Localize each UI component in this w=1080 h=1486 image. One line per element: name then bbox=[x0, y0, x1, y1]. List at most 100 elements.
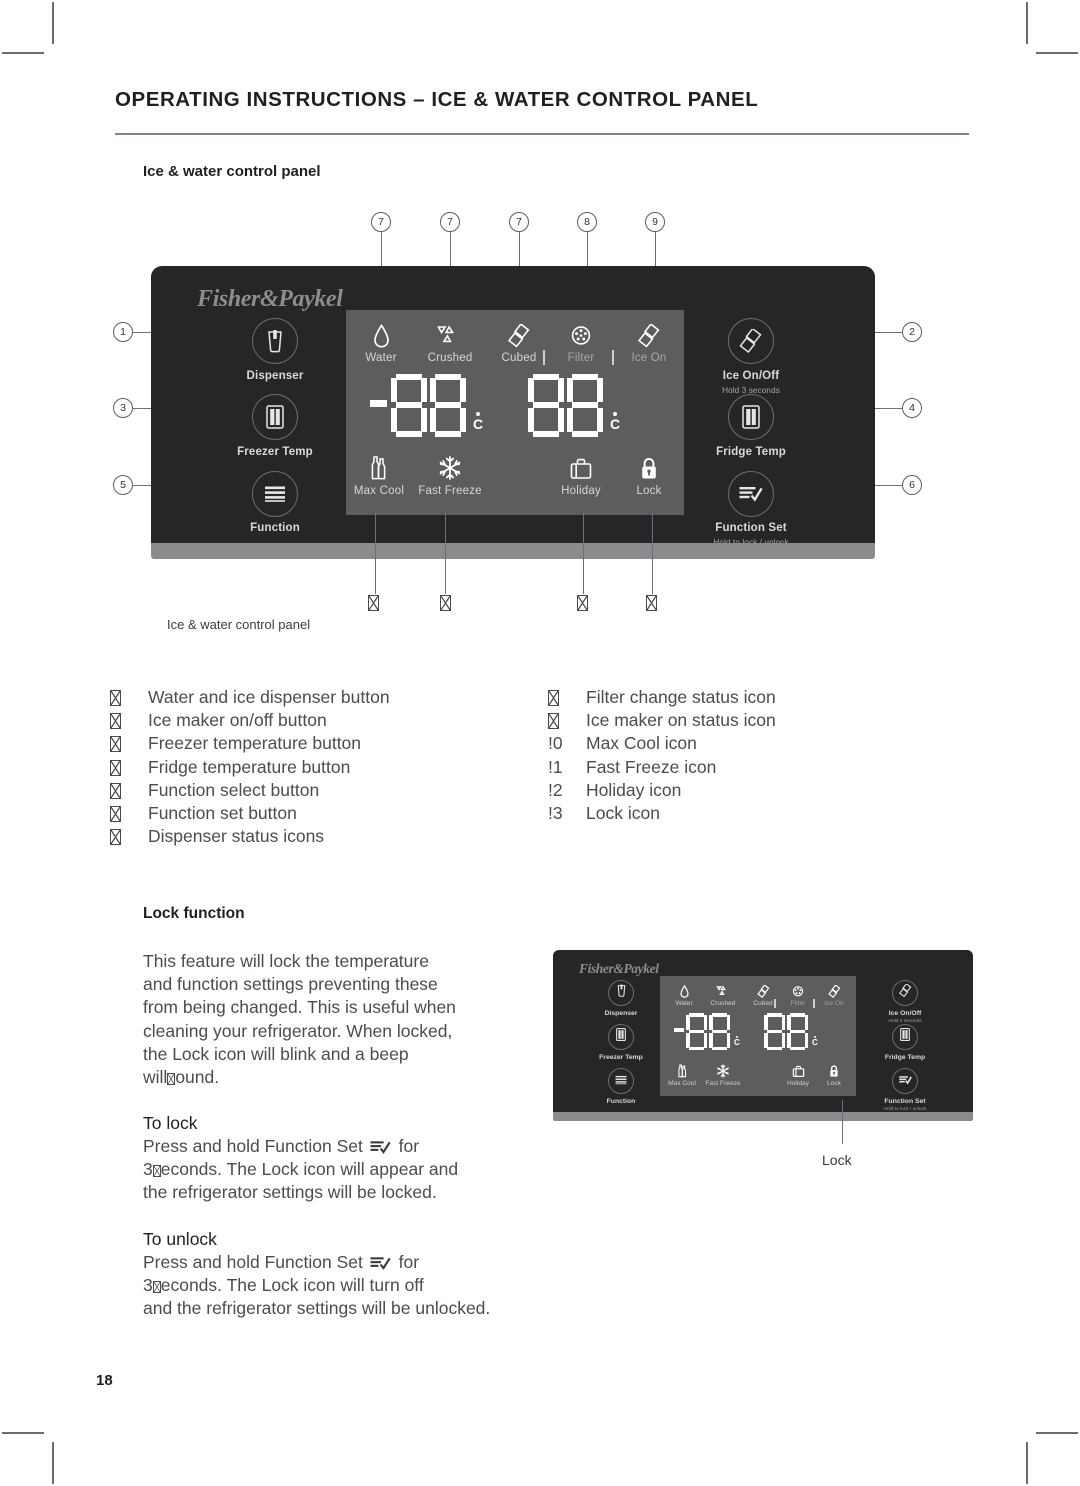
callout-number: 2 bbox=[902, 322, 922, 342]
seven-seg-digit bbox=[686, 1013, 707, 1050]
page-number: 18 bbox=[96, 1372, 113, 1389]
dispenser-status-icons: Water Crushed Cubed Filter Ice On bbox=[346, 318, 684, 374]
legend-number bbox=[110, 779, 148, 802]
crop-mark-left-top bbox=[2, 52, 44, 54]
status-lock: Lock bbox=[614, 451, 684, 497]
callout-number bbox=[368, 595, 379, 613]
bottles-icon bbox=[344, 451, 414, 481]
legend-text: Lock icon bbox=[586, 803, 660, 824]
legend-number bbox=[110, 756, 148, 779]
filter-icon bbox=[546, 318, 616, 348]
legend-text: Function select button bbox=[148, 779, 320, 800]
fridge-temp-button[interactable] bbox=[728, 394, 774, 440]
crop-mark-top-left bbox=[52, 2, 54, 44]
crop-mark-top-right bbox=[1026, 2, 1028, 44]
freezer-temp-button[interactable] bbox=[608, 1024, 634, 1050]
celsius-unit: C bbox=[812, 1035, 818, 1048]
seven-seg-digit bbox=[430, 374, 466, 437]
legend-item: !0 Max Cool icon bbox=[548, 732, 978, 755]
text-line: and function settings preventing these bbox=[143, 974, 438, 995]
text-line: will ound. bbox=[143, 1067, 220, 1088]
status-label: Ice On bbox=[824, 1000, 844, 1007]
dispenser-button[interactable] bbox=[252, 318, 298, 364]
freezer-icon bbox=[266, 405, 284, 429]
title-divider bbox=[115, 133, 969, 135]
legend-number bbox=[548, 686, 586, 709]
dispenser-icon bbox=[616, 984, 627, 1002]
freezer-icon bbox=[616, 1028, 626, 1046]
snowflake-icon bbox=[701, 1061, 745, 1078]
water-drop-icon bbox=[662, 981, 706, 998]
crop-mark-left-bottom bbox=[2, 1432, 44, 1434]
function-icon bbox=[264, 485, 286, 503]
status-lock: Lock bbox=[812, 1061, 856, 1087]
text-line: cleaning your refrigerator. When locked, bbox=[143, 1020, 453, 1041]
celsius-unit: C bbox=[734, 1035, 740, 1048]
ice-cube-icon bbox=[614, 318, 684, 348]
status-label: Lock bbox=[636, 485, 662, 497]
status-ice-on: Ice On bbox=[812, 981, 856, 1007]
legend-number bbox=[110, 802, 148, 825]
dispenser-button[interactable] bbox=[608, 980, 634, 1006]
legend-number bbox=[110, 686, 148, 709]
ice-on-off-button[interactable] bbox=[728, 318, 774, 364]
celsius-unit: C bbox=[610, 412, 620, 431]
status-filter: Filter bbox=[546, 318, 616, 364]
ice-cube-icon bbox=[812, 981, 856, 998]
function-button[interactable] bbox=[608, 1068, 634, 1094]
text-line: This feature will lock the temperature bbox=[143, 951, 429, 971]
status-label: Lock bbox=[827, 1080, 841, 1087]
legend-item: Freezer temperature button bbox=[110, 732, 530, 755]
function-set-label: Function Set bbox=[715, 522, 787, 534]
status-max-cool: Max Cool bbox=[660, 1061, 704, 1087]
status-max-cool: Max Cool bbox=[344, 451, 414, 497]
figure-caption: Ice & water control panel bbox=[167, 617, 311, 632]
function-button[interactable] bbox=[252, 471, 298, 517]
legend-item: Function set button bbox=[110, 802, 530, 825]
text-line: 3 econds. The Lock icon will turn off bbox=[143, 1275, 424, 1296]
callout-number: 7 bbox=[509, 212, 529, 232]
padlock-icon bbox=[614, 451, 684, 481]
function-set-button[interactable] bbox=[728, 471, 774, 517]
fridge-temp-button[interactable] bbox=[892, 1024, 918, 1050]
function-status-icons: Max Cool Fast Freeze Holiday Lock bbox=[346, 451, 684, 509]
control-panel-body: Fisher&Paykel Dispenser Freezer Temp Fun… bbox=[151, 266, 875, 556]
crushed-ice-icon bbox=[701, 981, 745, 998]
freezer-temp-readout: C bbox=[370, 374, 483, 437]
status-label: Ice On bbox=[631, 352, 667, 364]
function-icon bbox=[615, 1072, 627, 1090]
callout-number: 4 bbox=[902, 398, 922, 418]
callout-number: 8 bbox=[577, 212, 597, 232]
text-line: from being changed. This is useful when bbox=[143, 997, 456, 1018]
function-set-button[interactable] bbox=[892, 1068, 918, 1094]
control-panel-base bbox=[151, 543, 875, 559]
function-set-icon bbox=[739, 485, 763, 503]
fridge-temp-label: Fridge Temp bbox=[884, 1054, 926, 1061]
status-label: Filter bbox=[567, 352, 595, 364]
freezer-temp-button[interactable] bbox=[252, 394, 298, 440]
fridge-temp-readout: C bbox=[528, 374, 620, 437]
text-line: and the refrigerator settings will be un… bbox=[143, 1298, 491, 1319]
function-set-label: Function Set bbox=[884, 1098, 926, 1105]
callout-number: 6 bbox=[902, 475, 922, 495]
dispenser-label: Dispenser bbox=[246, 370, 304, 382]
celsius-unit: C bbox=[473, 412, 483, 431]
legend-text: Holiday icon bbox=[586, 779, 682, 800]
brand-logo: Fisher&Paykel bbox=[197, 286, 343, 312]
seven-seg-digit bbox=[709, 1013, 730, 1050]
fridge-temp-label: Fridge Temp bbox=[716, 446, 786, 458]
seven-seg-digit bbox=[764, 1013, 785, 1050]
legend-text: Ice maker on/off button bbox=[148, 710, 327, 731]
status-fast-freeze: Fast Freeze bbox=[701, 1061, 745, 1087]
legend-number: !1 bbox=[548, 756, 563, 777]
status-label: Max Cool bbox=[353, 485, 405, 497]
legend-text: Fast Freeze icon bbox=[586, 756, 717, 777]
water-drop-icon bbox=[346, 318, 416, 348]
legend-text: Fridge temperature button bbox=[148, 756, 351, 777]
seven-seg-digit bbox=[391, 374, 427, 437]
function-label: Function bbox=[606, 1098, 636, 1105]
lock-function-description: This feature will lock the temperature a… bbox=[143, 950, 543, 1089]
status-label: Fast Freeze bbox=[418, 485, 482, 497]
legend-item: !3 Lock icon bbox=[548, 802, 978, 825]
ice-on-off-button[interactable] bbox=[892, 980, 918, 1006]
